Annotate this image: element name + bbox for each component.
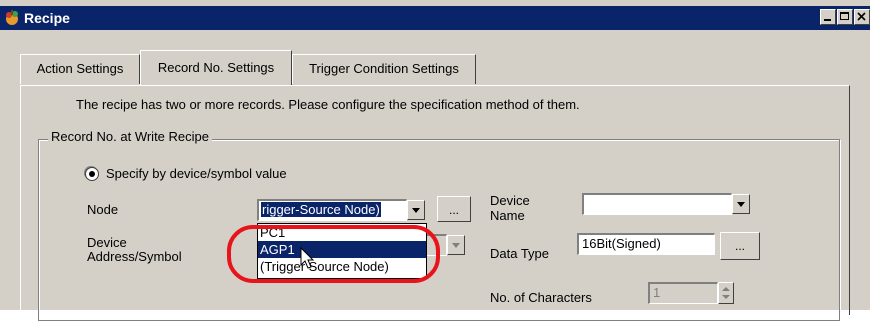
data-type-field[interactable]: 16Bit(Signed)	[577, 233, 715, 255]
device-address-label-line1: Device	[87, 235, 127, 250]
node-dropdown-button[interactable]	[407, 200, 425, 220]
device-address-dropdown-button[interactable]	[447, 235, 465, 255]
device-address-label-line2: Address/Symbol	[87, 249, 182, 264]
node-selected-value: rigger-Source Node)	[261, 202, 381, 217]
tab-record-no-settings[interactable]: Record No. Settings	[140, 50, 292, 85]
mouse-pointer-icon	[300, 246, 316, 274]
tab-label: Record No. Settings	[157, 60, 275, 75]
device-name-combobox[interactable]	[582, 193, 732, 215]
node-browse-button[interactable]: ...	[437, 196, 471, 222]
data-type-browse-button[interactable]: ...	[720, 232, 760, 260]
node-combobox[interactable]: rigger-Source Node)	[257, 199, 407, 221]
close-button[interactable]	[854, 9, 870, 25]
info-text: The recipe has two or more records. Plea…	[76, 97, 580, 112]
data-type-label: Data Type	[490, 246, 550, 261]
tab-trigger-condition-settings[interactable]: Trigger Condition Settings	[292, 54, 476, 84]
node-label: Node	[87, 202, 119, 217]
minimize-button[interactable]	[820, 9, 836, 25]
specify-by-device-radio[interactable]	[85, 167, 99, 181]
tab-label: Trigger Condition Settings	[309, 61, 459, 76]
characters-spinner[interactable]	[718, 282, 734, 304]
title-bar[interactable]: Recipe	[0, 6, 870, 30]
recipe-app-icon	[3, 9, 21, 27]
radio-label: Specify by device/symbol value	[106, 166, 287, 181]
maximize-icon	[840, 12, 849, 20]
characters-field[interactable]: 1	[648, 282, 718, 304]
window-title: Recipe	[24, 10, 70, 26]
minimize-icon	[824, 19, 831, 21]
close-icon	[857, 12, 866, 21]
device-name-label-line2: Name	[490, 208, 525, 223]
recipe-window: Recipe Action Settings Record No. Settin…	[0, 0, 870, 321]
tab-label: Action Settings	[36, 61, 124, 76]
characters-label: No. of Characters	[490, 290, 592, 305]
tab-action-settings[interactable]: Action Settings	[20, 54, 140, 84]
device-name-label-line1: Device	[490, 193, 530, 208]
device-name-dropdown-button[interactable]	[732, 194, 750, 214]
highlight-ellipse	[227, 225, 440, 283]
group-label: Record No. at Write Recipe	[48, 129, 212, 144]
spinner-arrows-icon	[722, 287, 730, 299]
maximize-button[interactable]	[837, 9, 853, 25]
